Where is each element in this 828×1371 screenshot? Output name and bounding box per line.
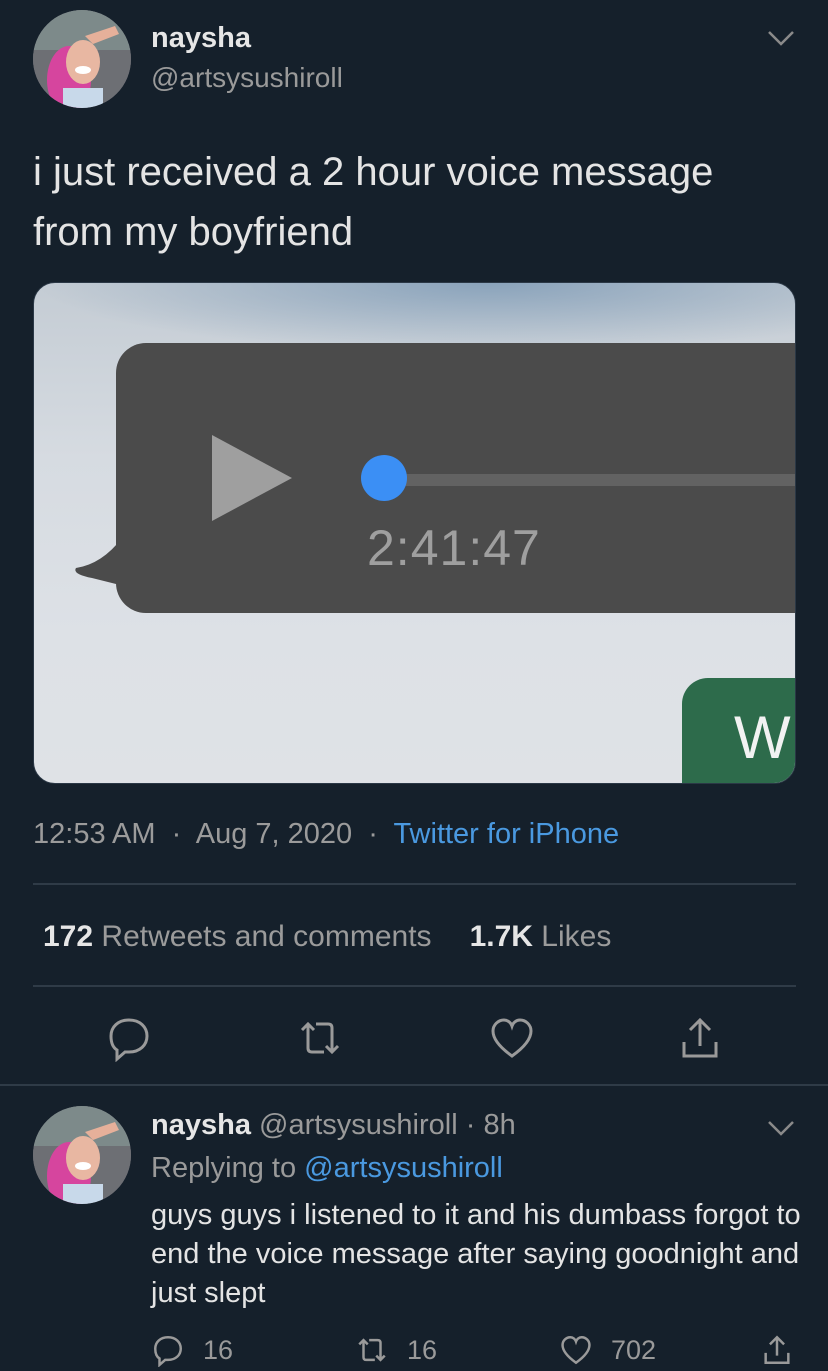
reply-text: guys guys i listened to it and his dumba… (151, 1199, 801, 1309)
retweets-count: 172 (43, 920, 94, 953)
retweets-label: Retweets and comments (101, 920, 432, 953)
reply-like-button[interactable]: 702 (559, 1332, 656, 1368)
reply-replies-count: 16 (203, 1334, 234, 1365)
tweet-time: 12:53 AM (33, 818, 156, 850)
share-icon (682, 1017, 718, 1058)
tweet-source-link[interactable]: Twitter for iPhone (393, 818, 619, 850)
reply-icon (109, 1018, 149, 1063)
divider (33, 883, 796, 885)
like-icon (491, 1018, 533, 1058)
reply-header: naysha @artsysushiroll · 8h (151, 1109, 516, 1142)
meta-separator: · (368, 818, 378, 850)
divider (0, 1084, 828, 1086)
author-name[interactable]: naysha (151, 22, 251, 55)
likes-count: 1.7K (469, 920, 533, 953)
meta-separator: · (171, 818, 182, 850)
tweet-date: Aug 7, 2020 (195, 818, 353, 850)
like-icon (561, 1336, 591, 1365)
like-button[interactable] (488, 1014, 536, 1062)
reply-share-button[interactable] (760, 1332, 794, 1368)
chevron-down-icon[interactable] (766, 28, 796, 48)
voice-duration: 2:41:47 (367, 520, 541, 576)
chevron-down-icon[interactable] (766, 1118, 796, 1138)
tweet-text: i just received a 2 hour voice message f… (33, 150, 714, 254)
reply-icon (154, 1336, 182, 1367)
reply-author-name[interactable]: naysha (151, 1109, 251, 1141)
replying-to-line: Replying to @artsysushiroll (151, 1152, 503, 1185)
share-button[interactable] (676, 1014, 724, 1062)
tweet-stats: 172 Retweets and comments 1.7K Likes (43, 920, 611, 954)
reply-reply-button[interactable]: 16 (151, 1332, 233, 1368)
voice-progress-track (384, 474, 795, 486)
reply-author-handle[interactable]: @artsysushiroll (259, 1109, 458, 1141)
author-avatar[interactable] (33, 10, 131, 108)
share-icon (764, 1335, 790, 1364)
retweet-button[interactable] (296, 1014, 344, 1062)
tweet-detail-screen: naysha @artsysushiroll i just received a… (0, 0, 828, 1371)
reply-author-avatar[interactable] (33, 1106, 131, 1204)
reply-retweets-count: 16 (407, 1334, 438, 1365)
reply-retweet-button[interactable]: 16 (355, 1332, 437, 1368)
voice-progress-dot (361, 455, 407, 501)
author-handle[interactable]: @artsysushiroll (151, 62, 343, 94)
retweets-stat[interactable]: 172 Retweets and comments (43, 920, 432, 953)
divider (33, 985, 796, 987)
likes-label: Likes (541, 920, 612, 953)
reply-age: 8h (483, 1109, 516, 1141)
retweet-icon (300, 1021, 340, 1055)
retweet-icon (358, 1338, 386, 1362)
tweet-media-image[interactable]: 2:41:47 W (33, 282, 796, 784)
avatar-photo (33, 10, 131, 108)
outgoing-message-letter: W (734, 704, 791, 771)
replying-label: Replying to (151, 1152, 297, 1184)
play-icon (212, 435, 292, 521)
likes-stat[interactable]: 1.7K Likes (470, 920, 612, 953)
meta-separator: · (465, 1109, 476, 1141)
reply-button[interactable] (105, 1014, 153, 1063)
avatar-photo (33, 1106, 131, 1204)
reply-likes-count: 702 (611, 1334, 657, 1365)
tweet-meta: 12:53 AM · Aug 7, 2020 · Twitter for iPh… (33, 818, 619, 851)
replying-mention-link[interactable]: @artsysushiroll (304, 1152, 503, 1184)
